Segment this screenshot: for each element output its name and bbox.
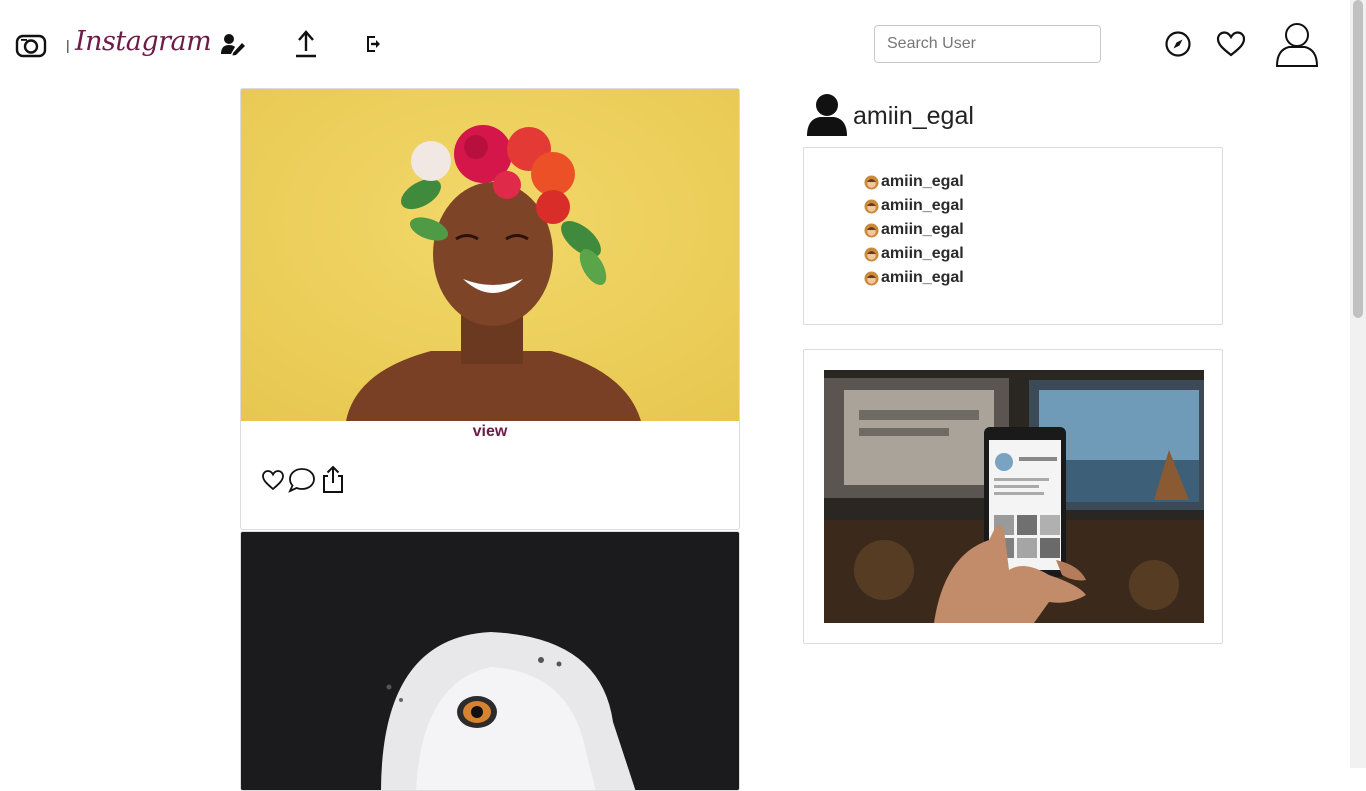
scrollbar-thumb[interactable] bbox=[1353, 0, 1363, 318]
instagram-camera-icon[interactable] bbox=[15, 30, 47, 62]
brand-separator: | bbox=[66, 37, 70, 53]
suggestion-username: amiin_egal bbox=[881, 269, 964, 286]
suggestion-username: amiin_egal bbox=[881, 245, 964, 262]
promo-image bbox=[824, 370, 1204, 623]
user-avatar-icon bbox=[864, 199, 879, 213]
heart-icon[interactable] bbox=[1216, 30, 1246, 58]
profile-avatar-icon[interactable] bbox=[806, 92, 848, 141]
user-avatar-icon bbox=[864, 271, 879, 285]
comment-icon[interactable] bbox=[287, 466, 317, 494]
post-image[interactable] bbox=[241, 89, 739, 421]
post-image[interactable] bbox=[241, 532, 739, 790]
promo-card bbox=[803, 349, 1223, 644]
view-post-link[interactable]: view bbox=[241, 423, 739, 441]
search-user-input[interactable] bbox=[874, 25, 1101, 63]
user-avatar-icon bbox=[864, 175, 879, 189]
post-card bbox=[240, 531, 740, 791]
suggestion-item[interactable]: amiin_egal bbox=[864, 170, 964, 194]
suggestion-item[interactable]: amiin_egal bbox=[864, 218, 964, 242]
instagram-logo-text[interactable]: Instagram bbox=[75, 26, 212, 57]
user-avatar-icon bbox=[864, 247, 879, 261]
top-navigation: | Instagram bbox=[0, 0, 1350, 88]
edit-profile-icon[interactable] bbox=[220, 32, 246, 56]
suggestion-username: amiin_egal bbox=[881, 221, 964, 238]
user-profile-icon[interactable] bbox=[1274, 20, 1320, 68]
suggestions-card: amiin_egal amiin_egal amiin_egal amiin_e… bbox=[803, 147, 1223, 325]
suggestion-username: amiin_egal bbox=[881, 173, 964, 190]
suggestion-username: amiin_egal bbox=[881, 197, 964, 214]
share-icon[interactable] bbox=[319, 465, 347, 495]
suggestion-item[interactable]: amiin_egal bbox=[864, 242, 964, 266]
profile-header: amiin_egal bbox=[806, 92, 974, 141]
suggestions-list: amiin_egal amiin_egal amiin_egal amiin_e… bbox=[864, 170, 964, 290]
profile-username[interactable]: amiin_egal bbox=[853, 102, 974, 131]
upload-icon[interactable] bbox=[293, 29, 319, 59]
logout-icon[interactable] bbox=[365, 34, 383, 54]
user-avatar-icon bbox=[864, 223, 879, 237]
like-icon[interactable] bbox=[261, 469, 285, 491]
suggestion-item[interactable]: amiin_egal bbox=[864, 266, 964, 290]
post-card: view bbox=[240, 88, 740, 530]
explore-compass-icon[interactable] bbox=[1164, 30, 1192, 58]
post-actions bbox=[261, 465, 349, 495]
suggestion-item[interactable]: amiin_egal bbox=[864, 194, 964, 218]
page-scrollbar[interactable] bbox=[1350, 0, 1366, 768]
